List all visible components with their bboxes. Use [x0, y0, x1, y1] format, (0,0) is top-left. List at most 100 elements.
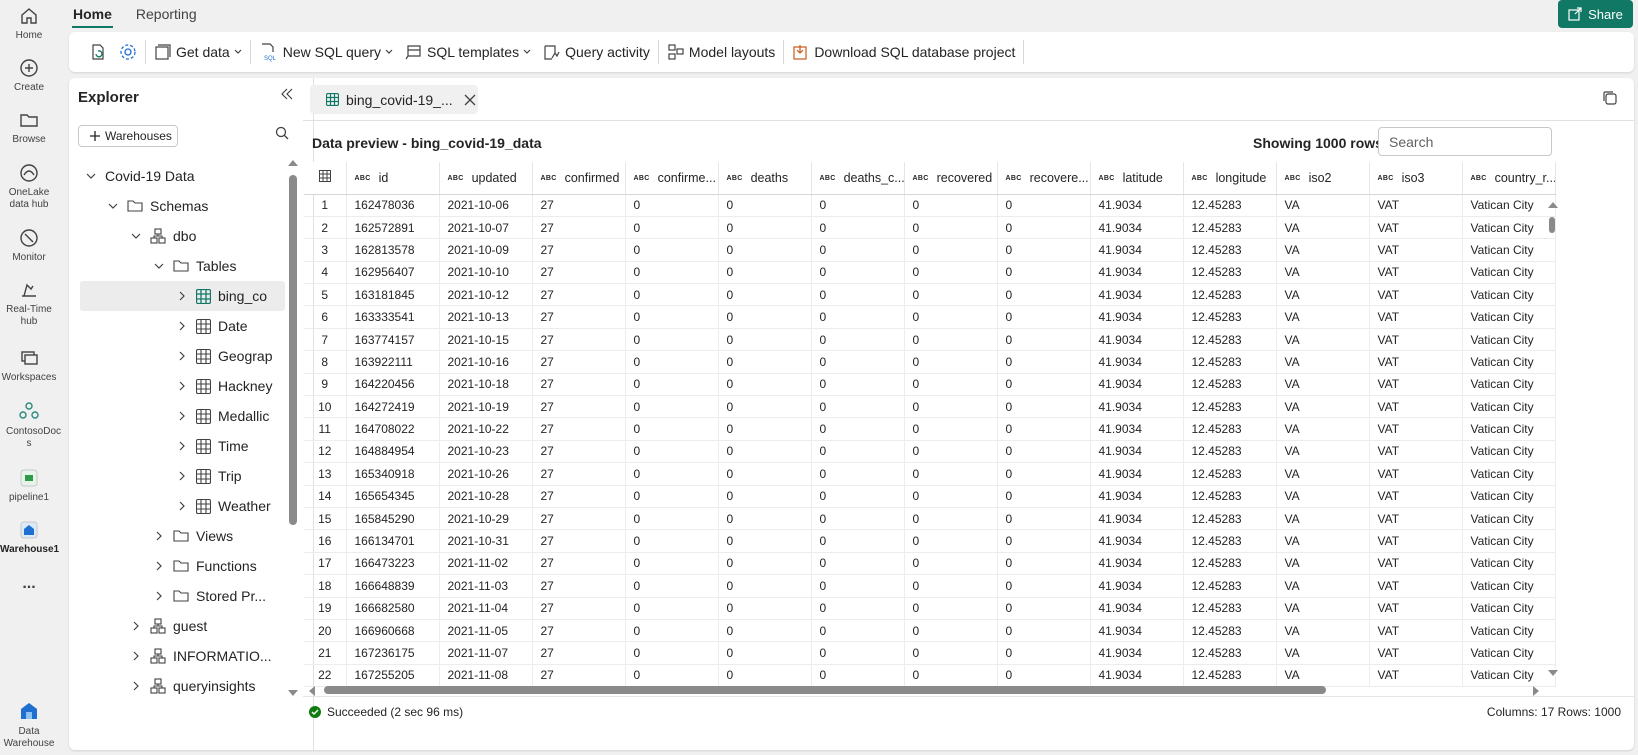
doc-tab-bing-covid[interactable]: bing_covid-19_...: [310, 85, 478, 114]
tree-node[interactable]: queryinsights: [69, 671, 284, 701]
tree-node[interactable]: dbo: [69, 221, 284, 251]
close-icon[interactable]: [464, 94, 476, 106]
chevron-right-icon[interactable]: [176, 410, 188, 422]
column-header[interactable]: ABC updated: [439, 162, 533, 195]
tree-scrollbar-thumb[interactable]: [289, 175, 297, 525]
table-row[interactable]: 13 165340918 2021-10-26 27 0 0 0 0 0 41.9034 12.45…: [304, 462, 1556, 486]
table-row[interactable]: 6 163333541 2021-10-13 27 0 0 0 0 0 41.9034 12.452…: [304, 305, 1556, 329]
table-row[interactable]: 19 166682580 2021-11-04 27 0 0 0 0 0 41.9034 12.45…: [304, 597, 1556, 620]
column-header[interactable]: ABC iso2: [1276, 162, 1370, 195]
table-row[interactable]: 2 162572891 2021-10-07 27 0 0 0 0 0 41.9034 12.452…: [304, 216, 1556, 240]
table-row[interactable]: 1 162478036 2021-10-06 27 0 0 0 0 0 41.9034 12.452…: [304, 194, 1556, 217]
chevron-right-icon[interactable]: [130, 650, 142, 662]
grid-vscroll-thumb[interactable]: [1549, 217, 1555, 233]
nav-warehouse1[interactable]: Warehouse1: [0, 520, 59, 556]
download-project-button[interactable]: Download SQL database project: [786, 38, 1021, 66]
tree-node[interactable]: bing_co: [80, 281, 285, 311]
chevron-right-icon[interactable]: [130, 680, 142, 692]
chevron-right-icon[interactable]: [176, 500, 188, 512]
chevron-down-icon[interactable]: [85, 170, 97, 182]
share-button[interactable]: Share: [1558, 0, 1633, 28]
table-row[interactable]: 11 164708022 2021-10-22 27 0 0 0 0 0 41.9034 12.45…: [304, 417, 1556, 441]
table-row[interactable]: 20 166960668 2021-11-05 27 0 0 0 0 0 41.9034 12.45…: [304, 619, 1556, 643]
column-header[interactable]: ABC deaths_c...: [811, 162, 905, 195]
tree-node[interactable]: Functions: [69, 551, 284, 581]
table-row[interactable]: 8 163922111 2021-10-16 27 0 0 0 0 0 41.9034 12.452…: [304, 350, 1556, 374]
tree-node[interactable]: Views: [69, 521, 284, 551]
nav-datawarehouse[interactable]: Data Warehouse: [0, 700, 58, 750]
table-row[interactable]: 4 162956407 2021-10-10 27 0 0 0 0 0 41.9034 12.452…: [304, 261, 1556, 285]
chevron-down-icon[interactable]: [130, 230, 142, 242]
nav-monitor[interactable]: Monitor: [0, 228, 58, 264]
explorer-search-button[interactable]: [275, 126, 289, 143]
table-row[interactable]: 21 167236175 2021-11-07 27 0 0 0 0 0 41.9034 12.45…: [304, 641, 1556, 665]
table-row[interactable]: 16 166134701 2021-10-31 27 0 0 0 0 0 41.9034 12.45…: [304, 529, 1556, 553]
tab-reporting[interactable]: Reporting: [135, 4, 198, 28]
chevron-right-icon[interactable]: [130, 620, 142, 632]
tree-node[interactable]: Trip: [69, 461, 284, 491]
query-activity-button[interactable]: Query activity: [537, 38, 656, 66]
column-header[interactable]: ABC deaths: [718, 162, 812, 195]
chevron-right-icon[interactable]: [153, 530, 165, 542]
nav-pipeline1[interactable]: pipeline1: [0, 468, 58, 504]
column-header[interactable]: ABC id: [346, 162, 440, 195]
get-data-button[interactable]: Get data: [148, 38, 248, 66]
tree-node[interactable]: Date: [69, 311, 284, 341]
table-row[interactable]: 3 162813578 2021-10-09 27 0 0 0 0 0 41.9034 12.452…: [304, 238, 1556, 262]
nav-contosodocs[interactable]: ContosoDoc s: [0, 400, 61, 450]
chevron-right-icon[interactable]: [176, 350, 188, 362]
column-header[interactable]: ABC confirmed: [532, 162, 626, 195]
nav-create[interactable]: Create: [0, 58, 58, 94]
tree-node[interactable]: INFORMATIO...: [69, 641, 284, 671]
tree-node[interactable]: Tables: [69, 251, 284, 281]
tree-node[interactable]: Covid-19 Data: [69, 161, 284, 191]
chevron-right-icon[interactable]: [176, 290, 188, 302]
tree-node[interactable]: Schemas: [69, 191, 284, 221]
chevron-down-icon[interactable]: [153, 260, 165, 272]
chevron-right-icon[interactable]: [176, 320, 188, 332]
grid-hscroll-thumb[interactable]: [324, 686, 1326, 694]
grid-scroll-down[interactable]: [1548, 670, 1558, 676]
copy-button[interactable]: [1602, 90, 1618, 109]
sql-templates-button[interactable]: SQL templates: [399, 38, 537, 66]
tree-node[interactable]: guest: [69, 611, 284, 641]
table-row[interactable]: 12 164884954 2021-10-23 27 0 0 0 0 0 41.9034 12.45…: [304, 440, 1556, 464]
column-header[interactable]: ABC longitude: [1183, 162, 1277, 195]
nav-browse[interactable]: Browse: [0, 110, 58, 146]
search-input[interactable]: [1378, 127, 1552, 156]
table-row[interactable]: 7 163774157 2021-10-15 27 0 0 0 0 0 41.9034 12.452…: [304, 328, 1556, 352]
tree-node[interactable]: Medallic: [69, 401, 284, 431]
column-header[interactable]: ABC recovere...: [997, 162, 1091, 195]
table-row[interactable]: 17 166473223 2021-11-02 27 0 0 0 0 0 41.9034 12.45…: [304, 552, 1556, 576]
column-header[interactable]: ABC iso3: [1369, 162, 1463, 195]
chevron-right-icon[interactable]: [176, 470, 188, 482]
chevron-down-icon[interactable]: [107, 200, 119, 212]
tree-node[interactable]: Geograp: [69, 341, 284, 371]
nav-more[interactable]: ...: [0, 576, 58, 592]
tab-home[interactable]: Home: [72, 4, 113, 28]
grid-scroll-left[interactable]: [309, 686, 315, 696]
column-header[interactable]: ABC country_r...: [1462, 162, 1556, 195]
tree-node[interactable]: Weather: [69, 491, 284, 521]
tree-node[interactable]: Time: [69, 431, 284, 461]
tree-scroll-up[interactable]: [288, 160, 298, 166]
refresh-button[interactable]: [83, 38, 113, 66]
table-row[interactable]: 14 165654345 2021-10-28 27 0 0 0 0 0 41.9034 12.45…: [304, 485, 1556, 508]
column-header[interactable]: ABC recovered: [904, 162, 998, 195]
tree-scroll-down[interactable]: [288, 690, 298, 696]
column-header[interactable]: ABC latitude: [1090, 162, 1184, 195]
new-sql-query-button[interactable]: SQL New SQL query: [253, 38, 399, 66]
collapse-explorer-button[interactable]: [280, 87, 294, 104]
table-row[interactable]: 22 167255205 2021-11-08 27 0 0 0 0 0 41.9034 12.45…: [304, 664, 1556, 688]
nav-home[interactable]: Home: [0, 6, 58, 42]
model-layouts-button[interactable]: Model layouts: [661, 38, 781, 66]
nav-workspaces[interactable]: Workspaces: [0, 348, 58, 384]
table-row[interactable]: 18 166648839 2021-11-03 27 0 0 0 0 0 41.9034 12.45…: [304, 574, 1556, 598]
grid-scroll-right[interactable]: [1533, 686, 1539, 696]
table-row[interactable]: 10 164272419 2021-10-19 27 0 0 0 0 0 41.9034 12.45…: [304, 395, 1556, 419]
chevron-right-icon[interactable]: [176, 440, 188, 452]
grid-scroll-up[interactable]: [1548, 202, 1558, 208]
column-header[interactable]: ABC confirme...: [625, 162, 719, 195]
settings-button[interactable]: [113, 38, 143, 66]
table-row[interactable]: 9 164220456 2021-10-18 27 0 0 0 0 0 41.9034 12.452…: [304, 373, 1556, 397]
